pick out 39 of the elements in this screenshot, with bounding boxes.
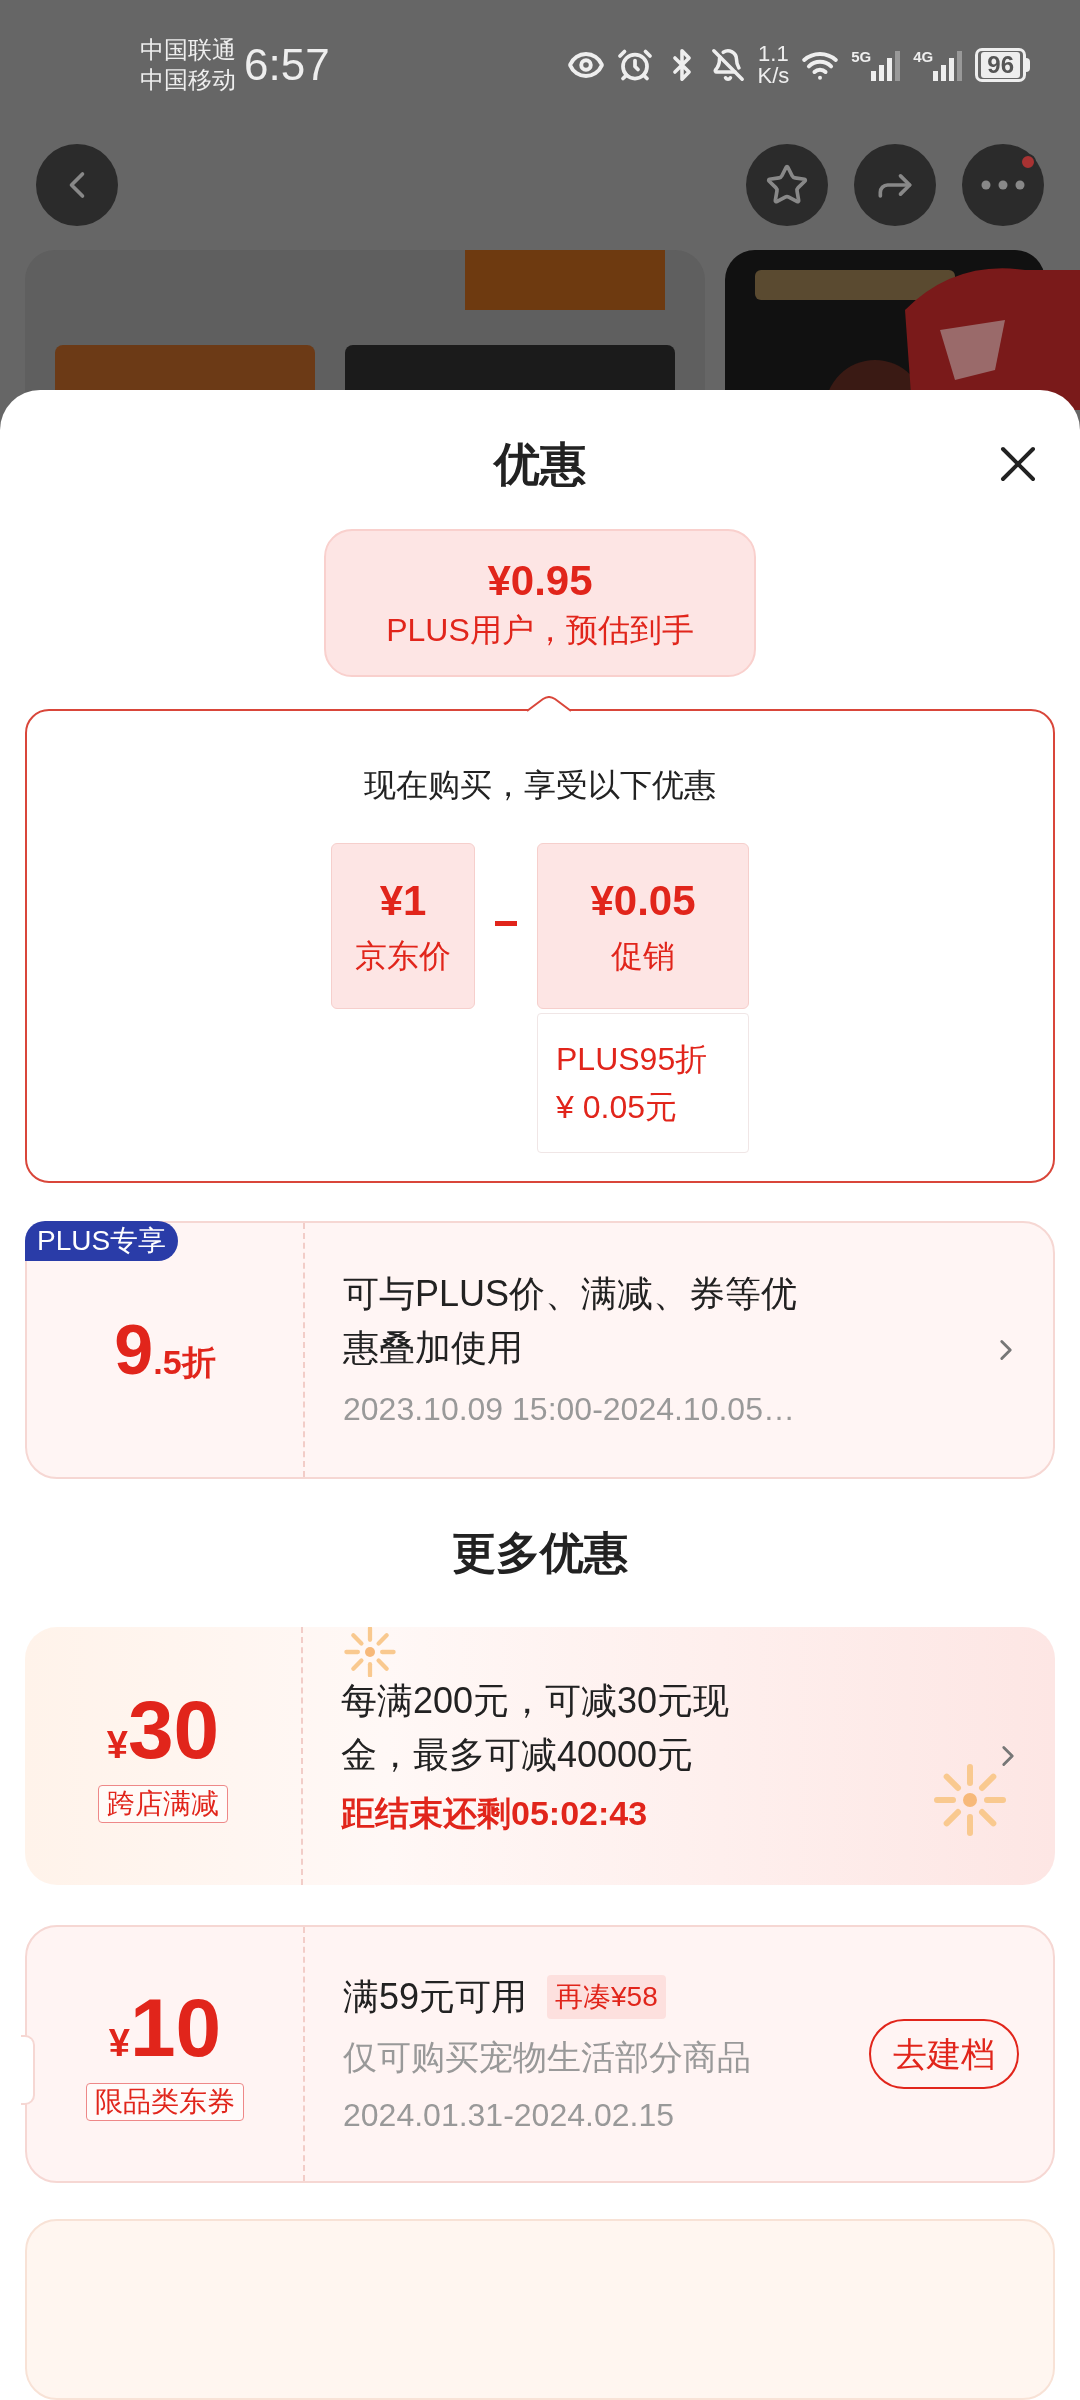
section-heading: 现在购买，享受以下优惠: [364, 765, 716, 805]
plus-badge: PLUS专享: [25, 1220, 179, 1261]
sheet-title: 优惠: [494, 436, 586, 492]
offer-tag: 限品类东券: [86, 2083, 244, 2122]
signal-icon: [871, 49, 902, 81]
carrier-name: 中国移动: [140, 65, 236, 95]
action-button[interactable]: 去建档: [869, 2019, 1019, 2090]
network-speed: K/s: [757, 65, 790, 87]
discount-value: 9.5折: [114, 1309, 216, 1391]
estimate-bubble: ¥0.95 PLUS用户，预估到手: [324, 528, 756, 677]
offer-description: 可与PLUS价、满减、券等优惠叠加使用: [343, 1272, 799, 1371]
alarm-icon: [617, 47, 654, 83]
more-icon: [981, 180, 1025, 190]
price-component: ¥0.05 促销: [537, 842, 749, 1009]
coupon-condition: 满59元可用: [343, 1974, 528, 2019]
minus-icon: [495, 920, 517, 926]
network-type: 4G: [913, 49, 934, 64]
plus-offer-card[interactable]: PLUS专享 9.5折 可与PLUS价、满减、券等优惠叠加使用 2023.10.09 15:00-2024.10.05…: [25, 1220, 1055, 1480]
price-component: ¥1 京东价: [331, 842, 475, 1009]
network-speed: 1.1: [758, 43, 789, 65]
countdown-text: 距结束还剩05:02:43: [341, 1792, 649, 1834]
coupon-notch: [21, 2035, 35, 2105]
network-type: 5G: [851, 49, 872, 64]
clock-time: 6:57: [244, 39, 330, 91]
signal-icon: [933, 49, 964, 81]
gap-amount: 再凑¥58: [547, 1974, 666, 2019]
coupon-scope: 仅可购买宠物生活部分商品: [343, 2036, 752, 2078]
coupon-period: 2024.01.31-2024.02.15: [343, 2095, 675, 2135]
offer-amount: ¥10: [108, 1987, 222, 2070]
bell-off-icon: [711, 48, 746, 82]
offer-description: 每满200元，可减30元现金，最多可减40000元: [341, 1678, 731, 1777]
section-title: 更多优惠: [452, 1527, 628, 1580]
promo-detail: PLUS95折 ¥ 0.05元: [537, 1012, 749, 1153]
offer-amount: ¥30: [106, 1689, 220, 1772]
offer-period: 2023.10.09 15:00-2024.10.05…: [343, 1390, 796, 1430]
carrier-name: 中国联通: [140, 35, 236, 65]
promo-card[interactable]: ¥30 跨店满减 每满200元，可减30元现金，最多可减40000元 距结束还剩05:02:43: [25, 1627, 1055, 1885]
offer-tag: 跨店满减: [98, 1785, 228, 1824]
battery-indicator: 96: [975, 48, 1030, 82]
